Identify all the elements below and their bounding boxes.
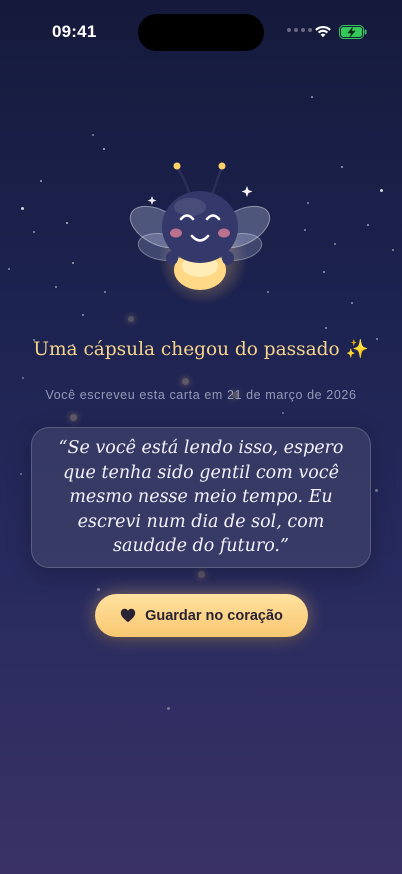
star [97,588,100,591]
star [20,473,22,475]
save-to-heart-label: Guardar no coração [145,607,283,624]
cellular-signal-icon [287,28,312,32]
star [82,314,84,316]
firefly-light [128,316,134,322]
letter-text: “Se você está lendo isso, espero que ten… [58,438,344,557]
star [380,189,383,192]
page-title: Uma cápsula chegou do passado ✨ [33,339,369,360]
star [66,222,68,224]
star [92,134,94,136]
star [103,148,105,150]
star [392,249,394,251]
star [104,291,106,293]
star [341,166,343,168]
firefly-mascot [120,155,280,305]
status-bar: 09:41 [0,0,402,62]
star [40,180,42,182]
star [33,231,35,233]
star [72,262,74,264]
save-to-heart-button[interactable]: Guardar no coração [95,594,308,637]
firefly-light [182,378,189,385]
star [375,489,378,492]
star [55,286,57,288]
star [311,96,313,98]
screen: 09:41 Uma cápsula chegou do passado ✨ Vo… [0,0,402,874]
star [334,243,336,245]
star [323,271,325,273]
star [351,302,353,304]
star [22,377,24,379]
status-time: 09:41 [52,22,97,41]
firefly-illustration [129,162,271,290]
letter-date-caption: Você escreveu esta carta em 21 de março … [45,388,357,402]
star [367,224,369,226]
firefly-light [70,414,77,421]
heart-icon [120,608,136,623]
star [8,268,10,270]
battery-charging-icon [339,25,367,39]
star [304,229,306,231]
dynamic-island [138,14,264,51]
wifi-icon [315,25,331,38]
letter-card: “Se você está lendo isso, espero que ten… [31,427,371,568]
star [167,707,170,710]
star [325,327,327,329]
star [282,412,284,414]
firefly-light [198,571,205,578]
star [307,202,309,204]
star [21,207,24,210]
